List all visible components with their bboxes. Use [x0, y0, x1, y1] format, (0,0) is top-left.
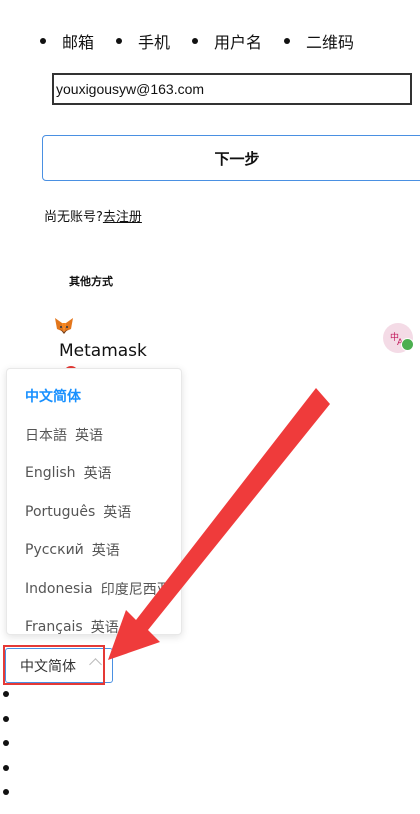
bullet-list	[3, 691, 9, 814]
bullet-icon	[3, 740, 9, 746]
bullet-icon	[3, 691, 9, 697]
bullet-icon	[3, 764, 9, 771]
bullet-icon	[3, 789, 9, 795]
bullet-icon	[3, 715, 9, 722]
annotation-arrow	[108, 388, 330, 660]
